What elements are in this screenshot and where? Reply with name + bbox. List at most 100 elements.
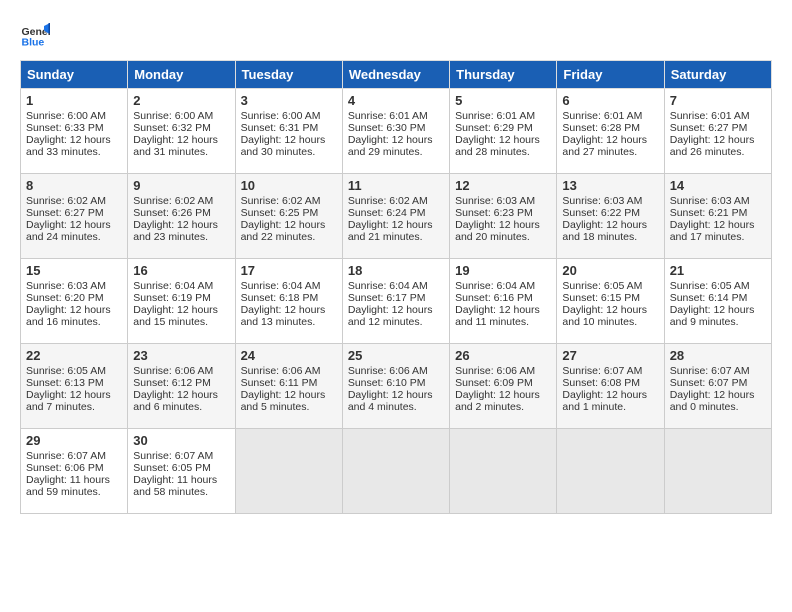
week-row-2: 1Sunrise: 6:00 AMSunset: 6:33 PMDaylight… (21, 89, 772, 174)
sunrise: Sunrise: 6:01 AM (455, 110, 535, 122)
day-cell: 7Sunrise: 6:01 AMSunset: 6:27 PMDaylight… (664, 89, 771, 174)
day-cell: 22Sunrise: 6:05 AMSunset: 6:13 PMDayligh… (21, 344, 128, 429)
daylight-label: Daylight: 12 hours and 17 minutes. (670, 219, 755, 243)
sunset: Sunset: 6:23 PM (455, 207, 533, 219)
day-number: 23 (133, 348, 229, 363)
sunrise: Sunrise: 6:05 AM (26, 365, 106, 377)
daylight-label: Daylight: 12 hours and 20 minutes. (455, 219, 540, 243)
sunset: Sunset: 6:12 PM (133, 377, 211, 389)
daylight-label: Daylight: 12 hours and 31 minutes. (133, 134, 218, 158)
day-cell: 24Sunrise: 6:06 AMSunset: 6:11 PMDayligh… (235, 344, 342, 429)
sunrise: Sunrise: 6:06 AM (133, 365, 213, 377)
col-header-thursday: Thursday (450, 61, 557, 89)
day-cell: 23 Sunrise: 6:06 AMSunset: 6:12 PMDayligh… (128, 344, 235, 429)
day-cell: 19Sunrise: 6:04 AMSunset: 6:16 PMDayligh… (450, 259, 557, 344)
sunrise: Sunrise: 6:04 AM (455, 280, 535, 292)
day-number: 11 (348, 178, 444, 193)
sunset: Sunset: 6:20 PM (26, 292, 104, 304)
sunset: Sunset: 6:28 PM (562, 122, 640, 134)
daylight-label: Daylight: 12 hours and 2 minutes. (455, 389, 540, 413)
day-number: 20 (562, 263, 658, 278)
sunrise: Sunrise: 6:01 AM (670, 110, 750, 122)
sunrise: Sunrise: 6:07 AM (670, 365, 750, 377)
sunset: Sunset: 6:30 PM (348, 122, 426, 134)
sunset: Sunset: 6:07 PM (670, 377, 748, 389)
day-number: 19 (455, 263, 551, 278)
day-cell (450, 429, 557, 514)
day-cell: 8Sunrise: 6:02 AMSunset: 6:27 PMDaylight… (21, 174, 128, 259)
daylight-label: Daylight: 12 hours and 30 minutes. (241, 134, 326, 158)
day-number: 14 (670, 178, 766, 193)
daylight-label: Daylight: 12 hours and 27 minutes. (562, 134, 647, 158)
sunrise: Sunrise: 6:03 AM (670, 195, 750, 207)
day-cell: 2Sunrise: 6:00 AMSunset: 6:32 PMDaylight… (128, 89, 235, 174)
svg-text:Blue: Blue (22, 37, 45, 49)
sunrise: Sunrise: 6:00 AM (241, 110, 321, 122)
sunset: Sunset: 6:10 PM (348, 377, 426, 389)
day-number: 28 (670, 348, 766, 363)
daylight-label: Daylight: 12 hours and 15 minutes. (133, 304, 218, 328)
daylight-label: Daylight: 12 hours and 6 minutes. (133, 389, 218, 413)
daylight-label: Daylight: 12 hours and 29 minutes. (348, 134, 433, 158)
week-row-4: 15Sunrise: 6:03 AMSunset: 6:20 PMDayligh… (21, 259, 772, 344)
day-cell: 21Sunrise: 6:05 AMSunset: 6:14 PMDayligh… (664, 259, 771, 344)
daylight-label: Daylight: 12 hours and 26 minutes. (670, 134, 755, 158)
sunrise: Sunrise: 6:07 AM (562, 365, 642, 377)
sunset: Sunset: 6:13 PM (26, 377, 104, 389)
day-cell (342, 429, 449, 514)
col-header-tuesday: Tuesday (235, 61, 342, 89)
sunrise: Sunrise: 6:07 AM (26, 450, 106, 462)
daylight-label: Daylight: 12 hours and 7 minutes. (26, 389, 111, 413)
day-cell: 1Sunrise: 6:00 AMSunset: 6:33 PMDaylight… (21, 89, 128, 174)
day-cell: 25Sunrise: 6:06 AMSunset: 6:10 PMDayligh… (342, 344, 449, 429)
sunset: Sunset: 6:14 PM (670, 292, 748, 304)
daylight-label: Daylight: 11 hours and 58 minutes. (133, 474, 217, 498)
sunrise: Sunrise: 6:02 AM (348, 195, 428, 207)
day-number: 21 (670, 263, 766, 278)
sunset: Sunset: 6:06 PM (26, 462, 104, 474)
day-cell: 17Sunrise: 6:04 AMSunset: 6:18 PMDayligh… (235, 259, 342, 344)
day-number: 25 (348, 348, 444, 363)
calendar-table: SundayMondayTuesdayWednesdayThursdayFrid… (20, 60, 772, 514)
day-number: 30 (133, 433, 229, 448)
day-number: 6 (562, 93, 658, 108)
daylight-label: Daylight: 12 hours and 5 minutes. (241, 389, 326, 413)
daylight-label: Daylight: 12 hours and 4 minutes. (348, 389, 433, 413)
day-cell: 11Sunrise: 6:02 AMSunset: 6:24 PMDayligh… (342, 174, 449, 259)
day-cell: 26Sunrise: 6:06 AMSunset: 6:09 PMDayligh… (450, 344, 557, 429)
col-header-wednesday: Wednesday (342, 61, 449, 89)
day-number: 29 (26, 433, 122, 448)
sunset: Sunset: 6:25 PM (241, 207, 319, 219)
day-cell: 12Sunrise: 6:03 AMSunset: 6:23 PMDayligh… (450, 174, 557, 259)
day-number: 26 (455, 348, 551, 363)
sunset: Sunset: 6:27 PM (26, 207, 104, 219)
week-row-5: 22Sunrise: 6:05 AMSunset: 6:13 PMDayligh… (21, 344, 772, 429)
day-cell: 27Sunrise: 6:07 AMSunset: 6:08 PMDayligh… (557, 344, 664, 429)
day-number: 4 (348, 93, 444, 108)
daylight-label: Daylight: 12 hours and 22 minutes. (241, 219, 326, 243)
day-cell: 16Sunrise: 6:04 AMSunset: 6:19 PMDayligh… (128, 259, 235, 344)
sunset: Sunset: 6:18 PM (241, 292, 319, 304)
day-number: 24 (241, 348, 337, 363)
col-header-friday: Friday (557, 61, 664, 89)
sunrise: Sunrise: 6:04 AM (241, 280, 321, 292)
daylight-label: Daylight: 12 hours and 0 minutes. (670, 389, 755, 413)
day-cell: 3Sunrise: 6:00 AMSunset: 6:31 PMDaylight… (235, 89, 342, 174)
logo: General Blue (20, 20, 50, 50)
calendar-header-row: SundayMondayTuesdayWednesdayThursdayFrid… (21, 61, 772, 89)
daylight-label: Daylight: 12 hours and 12 minutes. (348, 304, 433, 328)
sunset: Sunset: 6:15 PM (562, 292, 640, 304)
day-cell (664, 429, 771, 514)
sunset: Sunset: 6:16 PM (455, 292, 533, 304)
day-number: 9 (133, 178, 229, 193)
daylight-label: Daylight: 12 hours and 16 minutes. (26, 304, 111, 328)
day-number: 18 (348, 263, 444, 278)
day-cell: 14Sunrise: 6:03 AMSunset: 6:21 PMDayligh… (664, 174, 771, 259)
sunrise: Sunrise: 6:03 AM (26, 280, 106, 292)
sunrise: Sunrise: 6:06 AM (241, 365, 321, 377)
day-cell: 6Sunrise: 6:01 AMSunset: 6:28 PMDaylight… (557, 89, 664, 174)
daylight-label: Daylight: 12 hours and 28 minutes. (455, 134, 540, 158)
daylight-label: Daylight: 12 hours and 13 minutes. (241, 304, 326, 328)
sunset: Sunset: 6:31 PM (241, 122, 319, 134)
day-number: 12 (455, 178, 551, 193)
